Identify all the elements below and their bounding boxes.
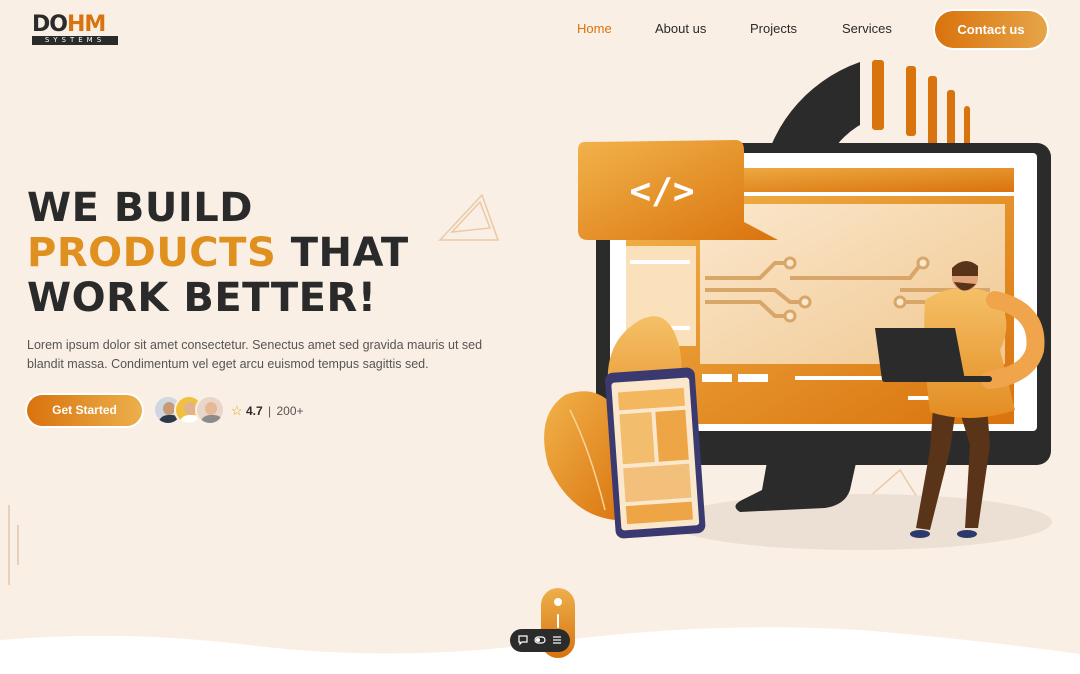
nav-projects[interactable]: Projects — [750, 21, 797, 36]
customer-avatars — [153, 395, 233, 427]
review-count: 200+ — [276, 404, 304, 418]
decorative-lines — [8, 505, 19, 585]
scroll-line — [557, 614, 559, 628]
floating-toolbar — [510, 629, 570, 652]
chat-icon[interactable] — [516, 634, 530, 648]
scroll-dot — [554, 598, 562, 606]
brand-logo[interactable]: DOHM SYSTEMS — [32, 14, 120, 46]
rating-value: 4.7 — [246, 404, 263, 418]
headline-accent-word: PRODUCTS — [27, 230, 277, 276]
tablet — [605, 367, 706, 539]
rating-separator: | — [268, 404, 272, 418]
contact-us-button[interactable]: Contact us — [935, 11, 1047, 48]
avatar — [195, 395, 225, 425]
headline-line-1: WE BUILD — [27, 185, 253, 231]
logo-subtitle: SYSTEMS — [32, 36, 118, 45]
code-icon: </> — [629, 171, 694, 212]
toggle-icon[interactable] — [533, 634, 547, 648]
hero-description: Lorem ipsum dolor sit amet consectetur. … — [27, 338, 483, 371]
hero-illustration: </> — [438, 60, 1052, 550]
nav-services[interactable]: Services — [842, 21, 892, 36]
headline-line-2: PRODUCTS THAT — [27, 231, 409, 276]
floor-shadow — [668, 494, 1052, 550]
striped-bars — [872, 60, 970, 150]
nav-about-us[interactable]: About us — [655, 21, 706, 36]
headline-line-2-rest: THAT — [290, 230, 409, 276]
get-started-button[interactable]: Get Started — [27, 395, 142, 426]
star-icon: ☆ — [231, 403, 243, 418]
rating-summary: ☆ 4.7 | 200+ — [231, 403, 304, 419]
headline-line-3: WORK BETTER! — [27, 275, 377, 321]
nav-home[interactable]: Home — [577, 21, 612, 36]
hero-headline: WE BUILD PRODUCTS THAT WORK BETTER! — [27, 186, 409, 321]
sliders-icon[interactable] — [550, 634, 564, 648]
logo-mark: DOHM — [32, 12, 106, 37]
